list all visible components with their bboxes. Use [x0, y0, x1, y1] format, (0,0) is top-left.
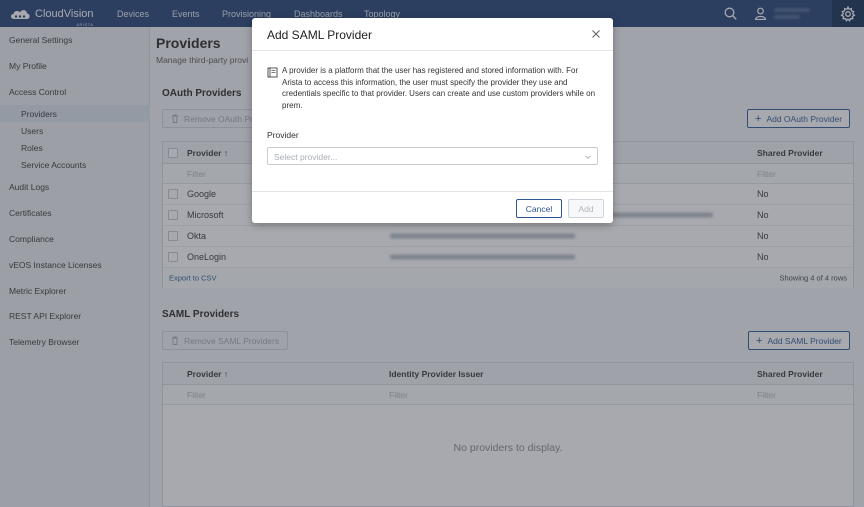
close-icon[interactable]: [590, 28, 602, 40]
add-button[interactable]: Add: [568, 199, 604, 218]
info-book-icon: [267, 67, 278, 78]
dialog-info-text: A provider is a platform that the user h…: [282, 66, 596, 110]
provider-select[interactable]: Select provider...: [267, 147, 598, 165]
dialog-footer: Cancel Add: [252, 191, 613, 223]
dialog-title: Add SAML Provider: [267, 28, 372, 42]
provider-field-label: Provider: [267, 130, 299, 140]
add-saml-provider-dialog: Add SAML Provider A provider is a platfo…: [252, 18, 613, 223]
chevron-down-icon: [585, 155, 591, 159]
cancel-button[interactable]: Cancel: [516, 199, 562, 218]
dialog-header: Add SAML Provider: [252, 18, 613, 51]
provider-select-placeholder: Select provider...: [274, 152, 338, 162]
